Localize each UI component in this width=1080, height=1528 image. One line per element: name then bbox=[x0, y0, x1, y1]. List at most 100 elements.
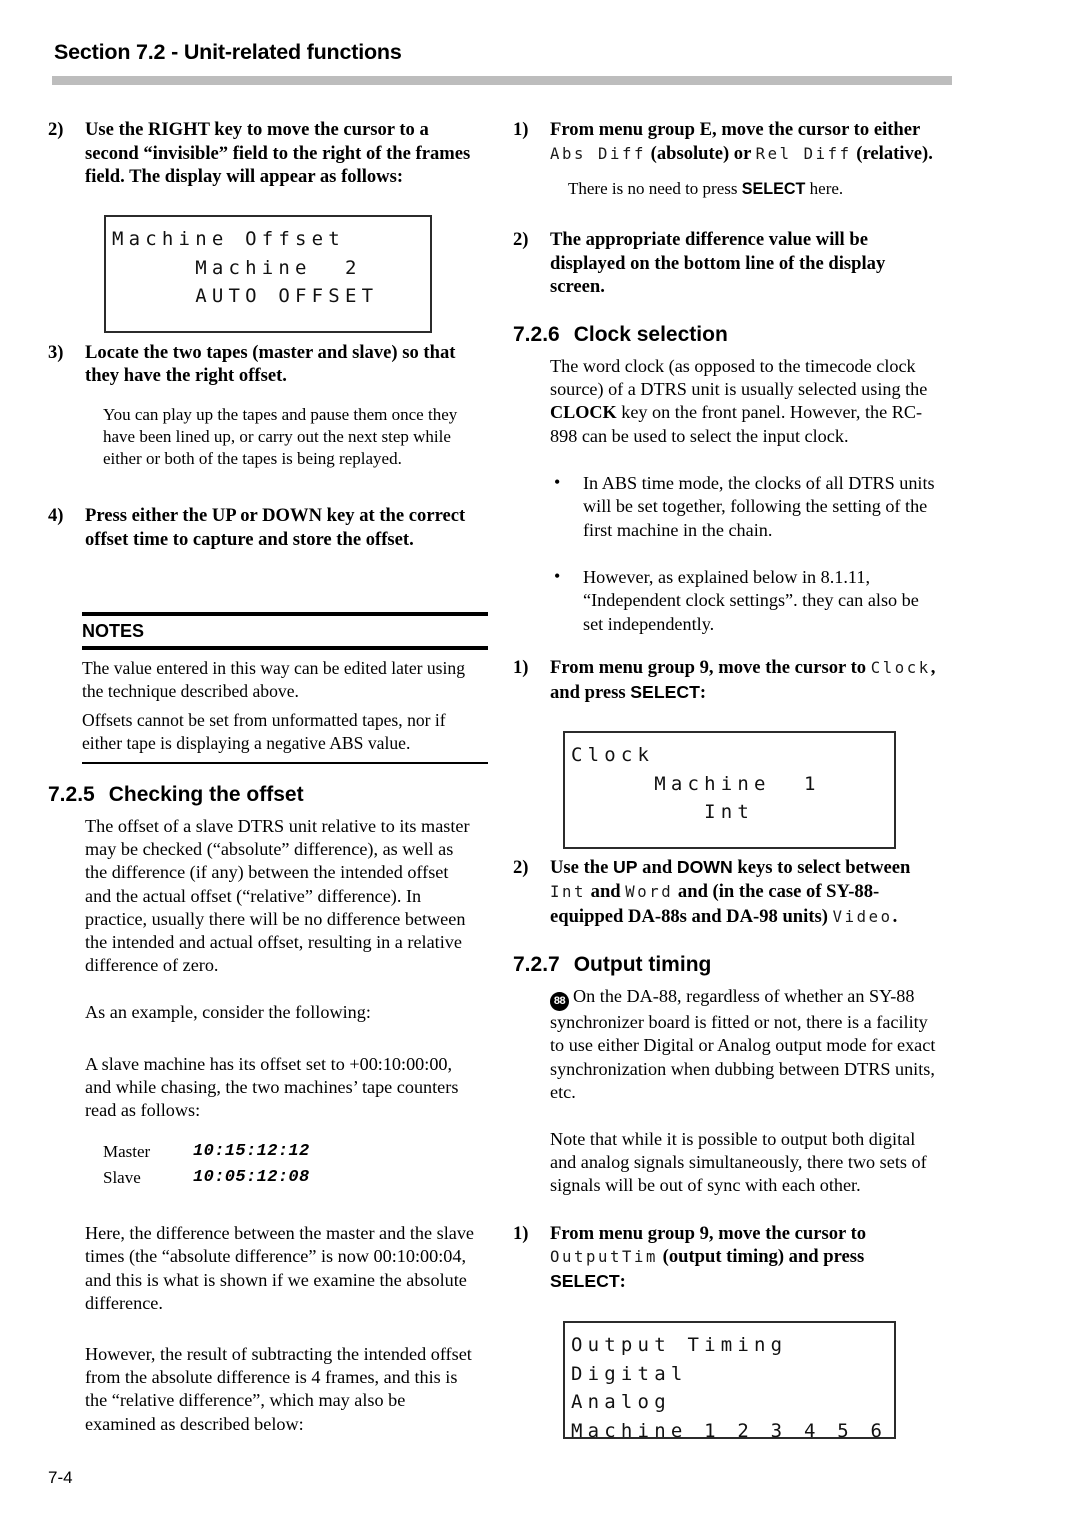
right-column: 1) From menu group E, move the cursor to … bbox=[513, 118, 943, 1293]
step-1-abs-rel-diff: 1) From menu group E, move the cursor to … bbox=[513, 118, 943, 166]
sub-note-text-a: There is no need to press bbox=[568, 179, 742, 199]
step-number: 3) bbox=[48, 341, 64, 363]
section-number: 7.2.7 bbox=[513, 953, 560, 977]
reading-label: Slave bbox=[103, 1168, 141, 1188]
page-header-title: Section 7.2 - Unit-related functions bbox=[54, 40, 402, 64]
section-7-2-5-paragraph-4: Here, the difference between the master … bbox=[85, 1223, 474, 1313]
section-number: 7.2.5 bbox=[48, 783, 95, 806]
section-title: Checking the offset bbox=[108, 783, 304, 806]
page-number: 7-4 bbox=[48, 1468, 73, 1487]
step-1-output-timing-menu: 1) From menu group 9, move the cursor to … bbox=[513, 1222, 943, 1294]
step-number: 1) bbox=[513, 119, 529, 140]
section-7-2-5-paragraph-1: The offset of a slave DTRS unit relative… bbox=[85, 816, 470, 976]
section-7-2-5-paragraph-3: A slave machine has its offset set to +0… bbox=[85, 1053, 459, 1121]
section-7-2-5-paragraph-2: As an example, consider the following: bbox=[85, 1002, 371, 1023]
lcd-line: Analog bbox=[571, 1391, 671, 1413]
menu-token-video: Video bbox=[832, 907, 893, 926]
bullet-text: In ABS time mode, the clocks of all DTRS… bbox=[583, 472, 935, 540]
menu-token-rel-diff: Rel Diff bbox=[755, 144, 852, 163]
section-7-2-5-heading: 7.2.5 Checking the offset bbox=[48, 783, 478, 807]
da88-badge-icon: 88 bbox=[550, 992, 569, 1012]
section-7-2-5-paragraph-5: However, the result of subtracting the i… bbox=[85, 1344, 472, 1434]
header-rule bbox=[52, 76, 952, 85]
step-text-a: Use the bbox=[85, 119, 148, 140]
lcd-line: Machine Offset bbox=[112, 228, 345, 250]
step-text: Press either the UP or DOWN key at the c… bbox=[85, 504, 466, 550]
step-number: 1) bbox=[513, 657, 529, 679]
notes-bottom-rule bbox=[82, 762, 488, 765]
step-text-f: . bbox=[892, 905, 898, 927]
step-1-clock-menu: 1) From menu group 9, move the cursor to … bbox=[513, 656, 943, 704]
step-text: The appropriate difference value will be… bbox=[550, 229, 886, 298]
step-3-note: You can play up the tapes and pause them… bbox=[103, 404, 458, 468]
menu-token-int: Int bbox=[550, 883, 586, 901]
list-item: • In ABS time mode, the clocks of all DTR… bbox=[550, 472, 943, 542]
document-page: Section 7.2 - Unit-related functions 2) U… bbox=[0, 0, 1080, 1528]
step-text-a: Use the bbox=[550, 857, 613, 879]
section-7-2-7-paragraph-1: 88 On the DA-88, regardless of whether an… bbox=[550, 985, 943, 1104]
key-up-label: UP bbox=[613, 857, 638, 878]
lcd-line: AUTO OFFSET bbox=[112, 285, 379, 307]
lcd-line: Machine 1 bbox=[571, 772, 821, 795]
step-text-c: : bbox=[619, 1270, 626, 1292]
step-text-b: and bbox=[637, 857, 677, 879]
lcd-line: Digital bbox=[571, 1362, 688, 1385]
lcd-line: Output Timing bbox=[571, 1334, 788, 1356]
step-number: 2) bbox=[48, 119, 64, 140]
step-text-d: and bbox=[586, 881, 626, 902]
step-text-c: keys to select between bbox=[732, 857, 911, 879]
reading-value: 10:15:12:12 bbox=[193, 1142, 310, 1162]
step-2-select-clock-source: 2) Use the UP and DOWN keys to select bet… bbox=[513, 856, 943, 929]
step-2-difference-value: 2) The appropriate difference value will … bbox=[513, 228, 943, 299]
step-text-b: (absolute) or bbox=[645, 142, 756, 164]
step-number: 4) bbox=[48, 504, 64, 526]
output-timing-lcd-display: Output Timing Digital Analog Machine 1 2… bbox=[563, 1321, 896, 1442]
clock-lcd-display: Clock Machine 1 Int bbox=[563, 731, 896, 849]
list-item: • However, as explained below in 8.1.11, … bbox=[550, 566, 943, 636]
timecode-readings-table: Master 10:15:12:12 Slave 10:05:12:08 bbox=[103, 1142, 478, 1194]
step-4-press-up-down: 4) Press either the UP or DOWN key at the… bbox=[48, 504, 478, 551]
lcd-line: Machine 1 2 3 4 5 6 bbox=[571, 1419, 888, 1442]
menu-token-clock: Clock bbox=[870, 659, 931, 678]
para-text: On the DA-88, regardless of whether an S… bbox=[550, 986, 936, 1102]
note-item: Offsets cannot be set from unformatted t… bbox=[82, 710, 446, 753]
step-3-locate-tapes: 3) Locate the two tapes (master and slave… bbox=[48, 341, 478, 388]
step-2-right-key: 2) Use the RIGHT key to move the cursor t… bbox=[48, 118, 478, 189]
table-row: Master 10:15:12:12 bbox=[103, 1142, 478, 1168]
section-number: 7.2.6 bbox=[513, 322, 560, 346]
key-select-label: SELECT bbox=[630, 681, 700, 702]
step-number: 2) bbox=[513, 857, 529, 879]
step-1-sub-note: There is no need to press SELECT here. bbox=[568, 178, 943, 200]
step-text-a: From menu group E, move the cursor to ei… bbox=[550, 119, 920, 140]
bullet-dot: • bbox=[554, 566, 561, 586]
menu-token-output-tim: OutputTim bbox=[550, 1248, 658, 1267]
step-text-b: (output timing) and press bbox=[657, 1246, 865, 1268]
para-text-a: The word clock (as opposed to the timeco… bbox=[550, 355, 928, 400]
lcd-line: Int bbox=[571, 801, 755, 823]
step-text-a: From menu group 9, move the cursor to bbox=[550, 1222, 867, 1244]
step-number: 2) bbox=[513, 229, 529, 251]
key-select-label: SELECT bbox=[550, 1270, 620, 1291]
key-select-label: SELECT bbox=[741, 180, 806, 199]
reading-value: 10:05:12:08 bbox=[193, 1168, 310, 1188]
section-7-2-6-heading: 7.2.6 Clock selection bbox=[513, 323, 943, 347]
note-item: The value entered in this way can be edi… bbox=[82, 658, 466, 701]
key-right-label: RIGHT bbox=[148, 119, 210, 140]
step-text-c: : bbox=[699, 681, 707, 703]
